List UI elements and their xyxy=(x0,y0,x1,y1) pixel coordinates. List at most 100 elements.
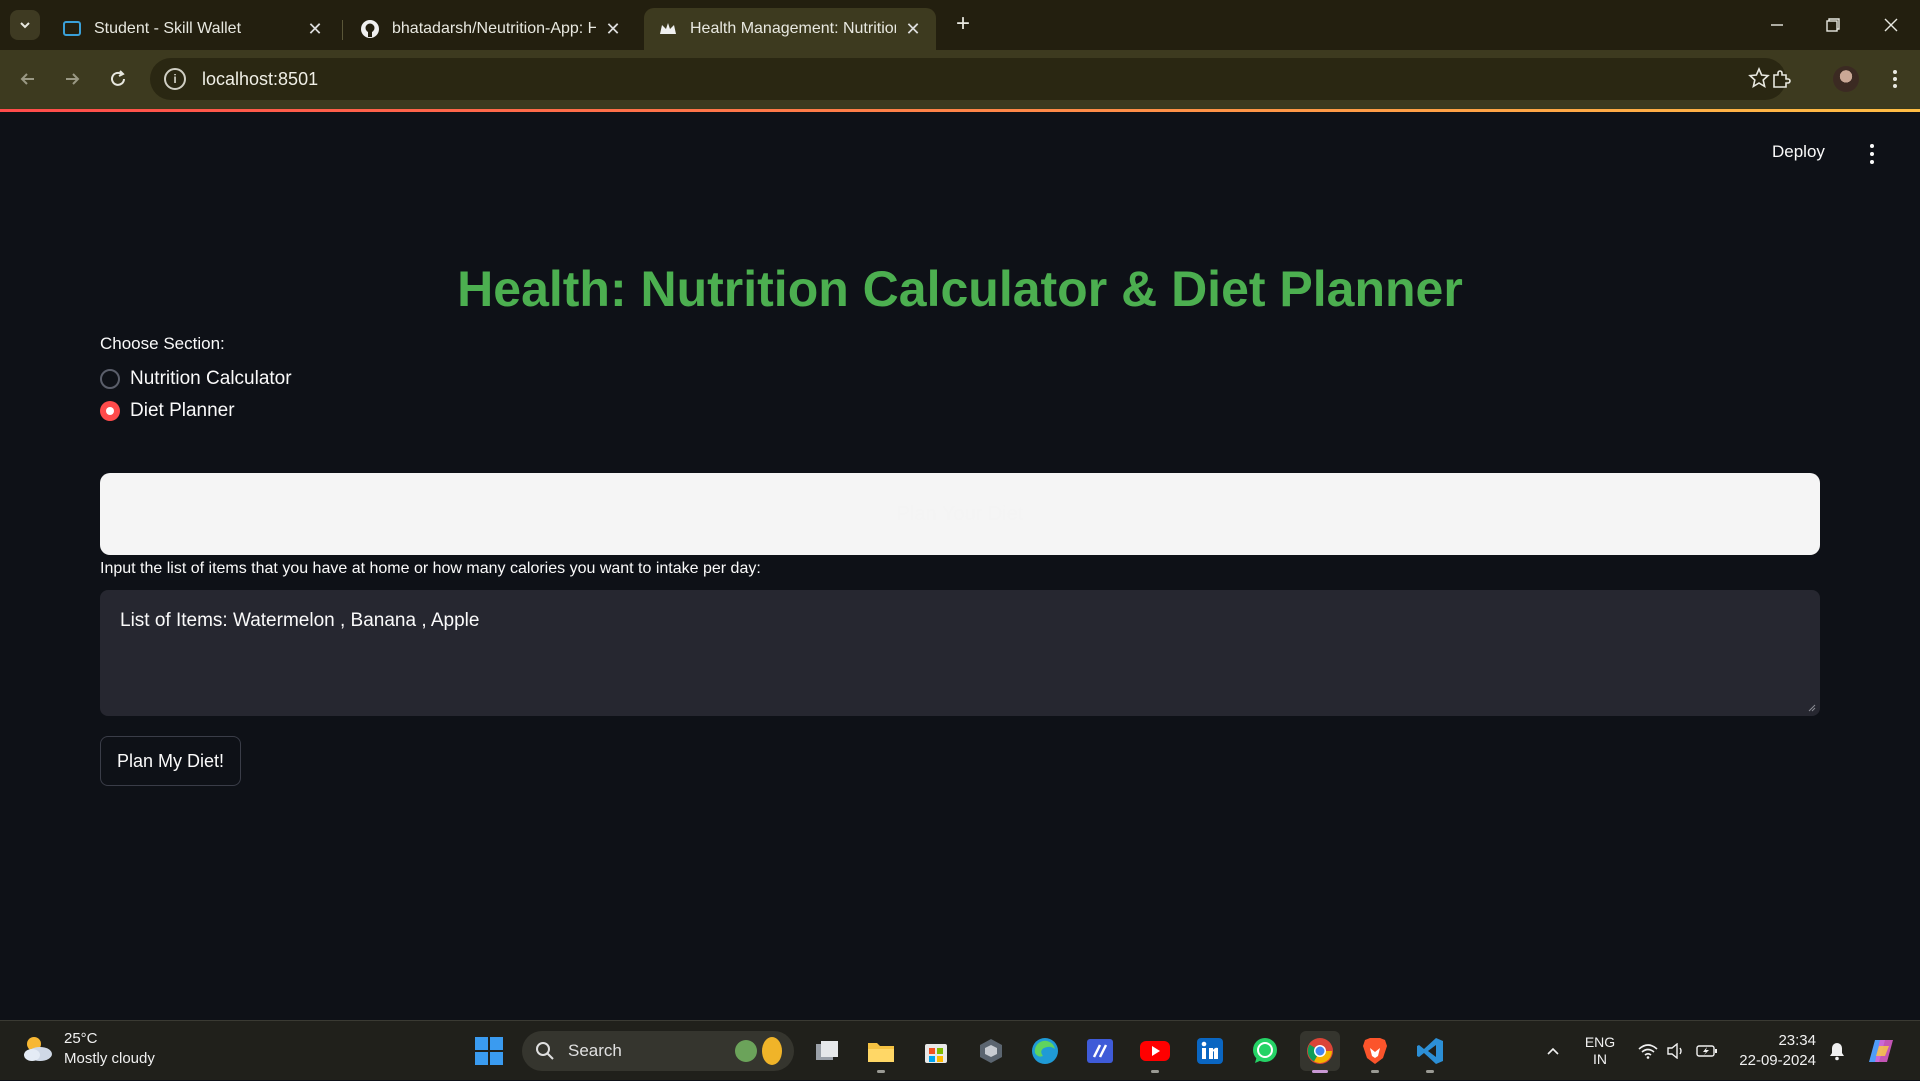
extensions-button[interactable] xyxy=(1766,64,1796,94)
running-indicator xyxy=(877,1070,885,1073)
taskbar-app-chrome[interactable] xyxy=(1300,1031,1340,1073)
menu-dot xyxy=(1870,152,1874,156)
reload-icon xyxy=(111,70,125,86)
running-indicator xyxy=(1151,1070,1159,1073)
profile-button[interactable] xyxy=(1831,64,1861,94)
tab-health-management[interactable]: Health Management: Nutrition ✕ xyxy=(644,8,936,50)
diet-input-label: Input the list of items that you have at… xyxy=(100,560,761,577)
clock-date: 22-09-2024 xyxy=(1739,1052,1816,1069)
battery-charging-icon xyxy=(1696,1045,1717,1057)
running-indicator xyxy=(1371,1070,1379,1073)
skill-wallet-favicon-icon xyxy=(62,19,82,39)
system-clock[interactable]: 23:34 22-09-2024 xyxy=(1732,1031,1816,1071)
youtube-icon xyxy=(1140,1041,1170,1061)
streamlit-crown-icon xyxy=(658,19,678,39)
linkedin-icon xyxy=(1197,1038,1223,1064)
running-indicator xyxy=(1312,1070,1328,1073)
battery-status[interactable] xyxy=(1694,1021,1720,1081)
taskbar-app-file-explorer[interactable] xyxy=(861,1031,901,1073)
menu-dot xyxy=(1870,144,1874,148)
notifications-button[interactable] xyxy=(1824,1021,1850,1081)
menu-dot xyxy=(1870,160,1874,164)
tab-search-button[interactable] xyxy=(10,10,40,40)
hexagon-app-icon xyxy=(980,1039,1002,1063)
main-menu-button[interactable] xyxy=(1860,142,1884,166)
tab-github[interactable]: bhatadarsh/Neutrition-App: He ✕ xyxy=(346,8,636,50)
tab-skill-wallet[interactable]: Student - Skill Wallet ✕ xyxy=(48,8,338,50)
textarea-value: List of Items: Watermelon , Banana , App… xyxy=(120,610,480,631)
taskbar-app-whatsapp[interactable] xyxy=(1245,1031,1285,1071)
taskbar-search[interactable]: Search xyxy=(522,1031,794,1071)
minimize-button[interactable] xyxy=(1762,10,1792,40)
close-icon[interactable]: ✕ xyxy=(904,19,922,39)
browser-menu-button[interactable] xyxy=(1880,64,1910,94)
taskbar-app-linkedin[interactable] xyxy=(1190,1031,1230,1071)
browser-chrome: Student - Skill Wallet ✕ bhatadarsh/Neut… xyxy=(0,0,1920,109)
arrow-right-icon xyxy=(66,73,80,85)
language-indicator[interactable]: ENG IN xyxy=(1578,1021,1622,1081)
tab-title: Student - Skill Wallet xyxy=(94,20,242,37)
puzzle-icon xyxy=(1773,70,1791,88)
taskbar-app-store[interactable] xyxy=(916,1031,956,1071)
taskbar-app-zed[interactable] xyxy=(1080,1031,1120,1071)
page-title: Health: Nutrition Calculator & Diet Plan… xyxy=(457,261,1463,317)
radio-unselected-icon[interactable] xyxy=(100,369,120,389)
forward-button[interactable] xyxy=(57,64,87,94)
diet-items-textarea[interactable]: List of Items: Watermelon , Banana , App… xyxy=(100,590,1820,716)
tab-strip: Student - Skill Wallet ✕ bhatadarsh/Neut… xyxy=(0,0,1920,50)
weather-description: Mostly cloudy xyxy=(64,1050,155,1067)
close-icon xyxy=(1884,18,1898,32)
code-editor-icon xyxy=(1087,1039,1113,1063)
taskbar-app-brave[interactable] xyxy=(1355,1031,1395,1073)
site-info-icon[interactable]: i xyxy=(164,68,186,90)
chevron-up-icon xyxy=(1547,1047,1559,1055)
deploy-button[interactable]: Deploy xyxy=(1772,142,1825,162)
new-tab-button[interactable]: + xyxy=(950,12,976,38)
wifi-status[interactable] xyxy=(1636,1021,1660,1081)
search-highlight-icon xyxy=(735,1037,782,1065)
back-button[interactable] xyxy=(13,64,43,94)
taskbar-app-vscode[interactable] xyxy=(1410,1031,1450,1073)
taskbar-app-github-desktop[interactable] xyxy=(971,1031,1011,1071)
windows-logo-icon xyxy=(475,1037,503,1065)
radio-option-label: Nutrition Calculator xyxy=(130,368,292,389)
edge-icon xyxy=(1032,1038,1058,1064)
close-icon[interactable]: ✕ xyxy=(306,19,324,39)
weather-widget[interactable]: 25°C Mostly cloudy xyxy=(20,1029,155,1069)
plan-my-diet-button[interactable]: Plan My Diet! xyxy=(100,736,241,786)
radio-option-nutrition-calculator[interactable]: Nutrition Calculator xyxy=(100,368,292,390)
folder-icon xyxy=(868,1043,894,1062)
task-view-button[interactable] xyxy=(807,1031,847,1071)
language-code: ENG xyxy=(1584,1034,1616,1050)
window-close-button[interactable] xyxy=(1876,10,1906,40)
tray-overflow-button[interactable] xyxy=(1538,1021,1568,1081)
taskbar-app-youtube[interactable] xyxy=(1135,1031,1175,1073)
arrow-left-icon xyxy=(20,73,34,85)
weather-temperature: 25°C xyxy=(64,1030,98,1047)
brave-lion-icon xyxy=(1363,1038,1387,1064)
clock-time: 23:34 xyxy=(1778,1032,1816,1049)
volume-status[interactable] xyxy=(1664,1021,1688,1081)
taskbar-app-edge[interactable] xyxy=(1025,1031,1065,1071)
tab-title: Health Management: Nutrition xyxy=(690,20,896,37)
address-bar[interactable]: i localhost:8501 xyxy=(150,58,1786,100)
restore-button[interactable] xyxy=(1818,10,1848,40)
wifi-icon xyxy=(1638,1044,1658,1059)
avatar xyxy=(1833,66,1859,92)
close-icon[interactable]: ✕ xyxy=(604,19,622,39)
bell-dnd-icon xyxy=(1830,1043,1844,1061)
chrome-icon xyxy=(1307,1038,1333,1064)
start-button[interactable] xyxy=(469,1031,509,1071)
streamlit-app: Deploy Health: Nutrition Calculator & Di… xyxy=(0,112,1920,1020)
radio-selected-icon[interactable] xyxy=(100,401,120,421)
plan-diet-banner: Plan Your Diet xyxy=(100,473,1820,555)
store-icon xyxy=(925,1044,947,1063)
radio-option-diet-planner[interactable]: Diet Planner xyxy=(100,400,235,422)
whatsapp-icon xyxy=(1253,1038,1277,1063)
search-label: Search xyxy=(568,1041,622,1060)
cloudy-weather-icon xyxy=(24,1037,52,1061)
github-icon xyxy=(360,19,380,39)
copilot-button[interactable] xyxy=(1864,1021,1900,1081)
reload-button[interactable] xyxy=(103,64,133,94)
resize-handle-icon[interactable] xyxy=(1806,702,1816,712)
